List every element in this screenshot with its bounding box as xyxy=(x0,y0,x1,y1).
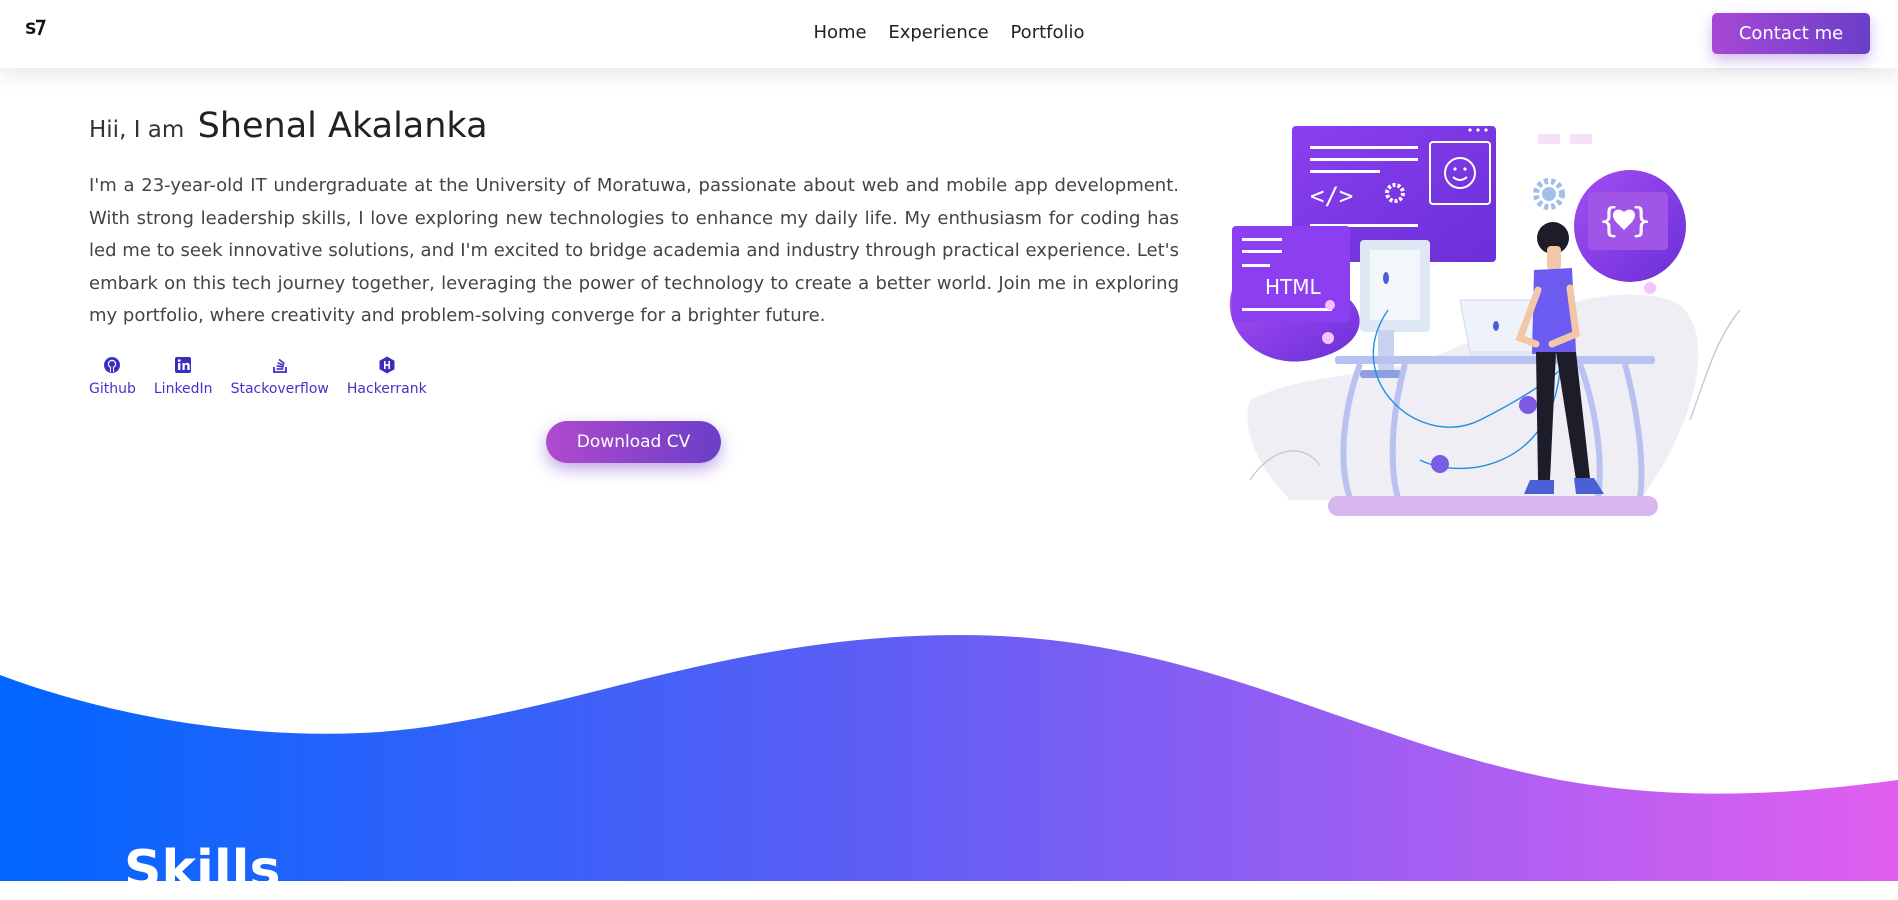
linkedin-link[interactable]: LinkedIn xyxy=(154,355,213,397)
linkedin-icon xyxy=(175,356,192,373)
contact-me-button[interactable]: Contact me xyxy=(1712,13,1870,54)
nav-experience-link[interactable]: Experience xyxy=(888,22,988,43)
bio-paragraph: I'm a 23-year-old IT undergraduate at th… xyxy=(89,175,1179,326)
code-tag-text: </> xyxy=(1310,182,1353,210)
skills-section-title: Skills xyxy=(124,840,281,900)
social-links: Github LinkedIn Stackoverflow Hackerrank xyxy=(89,355,1179,397)
stackoverflow-label: Stackoverflow xyxy=(230,380,329,397)
hero-section: Hii, I am Shenal Akalanka I'm a 23-year-… xyxy=(89,104,1179,397)
greeting-line: Hii, I am Shenal Akalanka xyxy=(89,104,1179,152)
greeting-text: Hii, I am xyxy=(89,117,185,143)
nav-portfolio-link[interactable]: Portfolio xyxy=(1010,22,1084,43)
hero-wave-divider xyxy=(0,635,1898,881)
hackerrank-label: Hackerrank xyxy=(346,380,427,397)
hackerrank-icon xyxy=(379,356,395,373)
navbar: S Home Experience Portfolio Contact me xyxy=(0,0,1898,68)
nav-home-link[interactable]: Home xyxy=(813,22,866,43)
html-tag-text: HTML xyxy=(1265,275,1322,299)
github-link[interactable]: Github xyxy=(89,355,136,397)
hackerrank-link[interactable]: Hackerrank xyxy=(347,355,427,397)
download-cv-button[interactable]: Download CV xyxy=(546,421,721,463)
github-label: Github xyxy=(89,380,136,397)
linkedin-label: LinkedIn xyxy=(153,380,213,397)
developer-illustration: </> HTML { } xyxy=(1229,126,1741,516)
stackoverflow-link[interactable]: Stackoverflow xyxy=(231,355,329,397)
person-name: Shenal Akalanka xyxy=(197,106,488,146)
github-icon xyxy=(104,356,121,373)
nav-links: Home Experience Portfolio xyxy=(0,22,1898,43)
stackoverflow-icon xyxy=(272,358,287,373)
